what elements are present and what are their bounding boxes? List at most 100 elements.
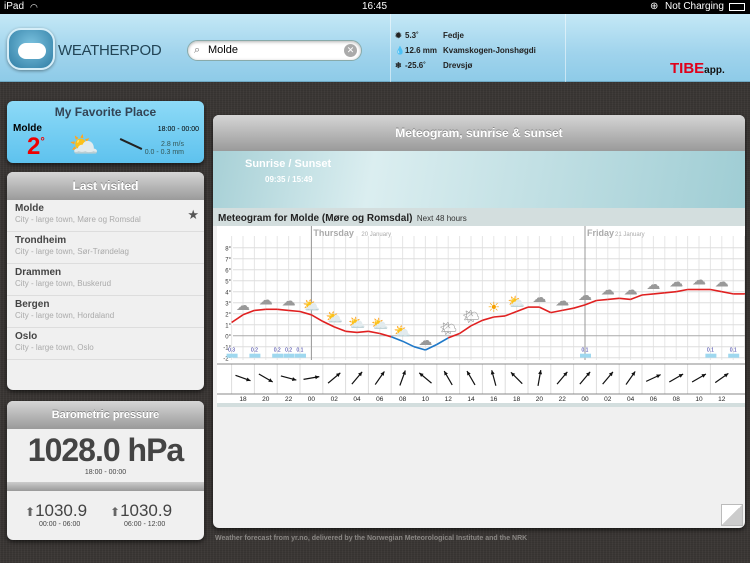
x-tick-label: 00 xyxy=(581,396,589,403)
pressure-period: 18:00 - 00:00 xyxy=(84,469,127,476)
precip-bar xyxy=(728,353,740,358)
place-description: City - large town, Møre og Romsdal xyxy=(15,215,141,224)
temperature-segment xyxy=(619,297,631,301)
y-tick-label: 8° xyxy=(225,247,231,253)
temperature-segment xyxy=(653,292,665,295)
partly-cloudy-icon: ⛅ xyxy=(371,316,388,332)
precip-label: 0.1 xyxy=(582,348,589,354)
place-name: Trondheim xyxy=(15,235,67,246)
temperature-segment xyxy=(641,293,654,296)
precip-label: 0.1 xyxy=(707,348,714,354)
x-tick-label: 16 xyxy=(490,396,498,403)
clock: 16:45 xyxy=(362,1,388,12)
extreme-cold: ❄ -25.6˚ Drevsjø xyxy=(395,58,536,73)
cloudy-icon: ☁ xyxy=(669,274,683,290)
partly-cloudy-icon: ⛅ xyxy=(394,323,411,339)
extreme-warm: ✹ 5.3˚ Fedje xyxy=(395,28,536,43)
temperature-segment xyxy=(607,297,620,301)
star-icon[interactable]: ★ xyxy=(187,207,199,223)
place-name: Molde xyxy=(15,203,44,214)
main-title: Meteogram, sunrise & sunset xyxy=(213,115,745,151)
x-tick-label: 02 xyxy=(331,396,339,403)
x-tick-label: 06 xyxy=(376,396,384,403)
precip-label: 0.2 xyxy=(285,348,292,354)
precip-label: 0.1 xyxy=(730,348,737,354)
divider xyxy=(217,403,745,407)
x-tick-label: 08 xyxy=(399,396,407,403)
page-curl-icon[interactable] xyxy=(721,504,743,526)
temperature-segment xyxy=(356,330,369,334)
meteogram-subtitle: Next 48 hours xyxy=(416,214,467,223)
temperature-segment xyxy=(493,315,506,318)
cloud-logo-icon xyxy=(7,28,55,70)
pressure-forecast-period: 00:00 - 06:00 xyxy=(39,521,81,528)
search-input[interactable]: ⌕ Molde ✕ xyxy=(187,40,362,61)
divider xyxy=(390,14,391,82)
day-label: Friday xyxy=(587,228,614,238)
list-item[interactable]: Drammen City - large town, Buskerud xyxy=(7,264,204,296)
clear-icon: ☀ xyxy=(488,299,501,315)
list-item[interactable]: Trondheim City - large town, Sør-Trøndela… xyxy=(7,232,204,264)
list-item[interactable]: Oslo City - large town, Oslo xyxy=(7,328,204,360)
partly-cloudy-icon: ⛅ xyxy=(303,297,320,313)
place-name: Bergen xyxy=(15,299,50,310)
device-label: iPad xyxy=(4,1,25,12)
partly-cloudy-icon: ⛅ xyxy=(348,314,365,330)
fair-icon: 🌤 xyxy=(439,320,457,336)
cloudy-icon: ☁ xyxy=(259,291,273,307)
cloudy-icon: ☁ xyxy=(555,292,569,308)
y-tick-label: 2° xyxy=(225,313,231,319)
partly-cloudy-icon: ⛅ xyxy=(69,132,99,159)
clear-search-button[interactable]: ✕ xyxy=(344,44,357,57)
cloudy-icon: ☁ xyxy=(601,281,615,297)
favorite-place-card[interactable]: My Favorite Place Molde 2° ⛅ 18:00 - 00:… xyxy=(7,101,204,163)
extreme-wet: 💧12.6 mm Kvamskogen-Jonshøgdi xyxy=(395,43,536,58)
list-item[interactable]: Bergen City - large town, Hordaland xyxy=(7,296,204,328)
pressure-title: Barometric pressure xyxy=(7,401,204,429)
x-tick-label: 18 xyxy=(513,396,521,403)
header: WEATHERPOD ⌕ Molde ✕ ✹ 5.3˚ Fedje 💧12.6 mm… xyxy=(0,14,750,82)
precip-bar xyxy=(283,353,295,358)
x-tick-label: 14 xyxy=(467,396,475,403)
day-date: 20 January xyxy=(361,232,391,238)
temperature-segment xyxy=(345,330,358,334)
y-tick-label: 0° xyxy=(225,335,231,341)
temperature-segment xyxy=(277,308,289,312)
rising-arrow-icon: ⬆ xyxy=(25,505,36,519)
x-tick-label: 20 xyxy=(536,396,544,403)
cloudy-icon: ☁ xyxy=(236,297,250,313)
sun-title: Sunrise / Sunset xyxy=(245,158,332,170)
precip-bar xyxy=(295,353,306,358)
x-tick-label: 18 xyxy=(239,396,247,403)
partly-cloudy-icon: ⛅ xyxy=(508,294,525,310)
temperature-segment xyxy=(596,298,608,302)
search-icon: ⌕ xyxy=(194,44,201,56)
day-label: Thursday xyxy=(313,228,354,238)
wifi-icon: ◠ xyxy=(30,2,38,12)
drop-icon: 💧 xyxy=(395,46,405,55)
cloudy-icon: ☁ xyxy=(532,289,546,305)
x-tick-label: 04 xyxy=(627,396,635,403)
y-tick-label: 3° xyxy=(225,302,231,308)
place-name: Drammen xyxy=(15,267,62,278)
tibe-logo[interactable]: TIBEapp. xyxy=(670,60,725,77)
x-tick-label: 22 xyxy=(559,396,567,403)
chart-bg xyxy=(217,226,745,403)
x-tick-label: 12 xyxy=(445,396,453,403)
pressure-panel: Barometric pressure 1028.0 hPa 18:00 - 0… xyxy=(7,401,204,540)
precip-label: 0.3 xyxy=(228,348,235,354)
precip-bar xyxy=(705,353,717,358)
lock-icon: ⊕ xyxy=(650,1,659,12)
place-description: City - large town, Hordaland xyxy=(15,311,115,320)
meteogram-panel: Meteogram, sunrise & sunset Sunrise / Su… xyxy=(213,115,745,528)
list-item[interactable]: Molde City - large town, Møre og Romsdal ★ xyxy=(7,200,204,232)
cloudy-icon: ☁ xyxy=(418,332,432,348)
y-tick-label: 5° xyxy=(225,280,231,286)
rising-arrow-icon: ⬆ xyxy=(110,505,121,519)
x-tick-label: 22 xyxy=(285,396,293,403)
x-tick-label: 00 xyxy=(308,396,316,403)
battery-status: Not Charging xyxy=(665,1,724,12)
precip-label: 0.1 xyxy=(297,348,304,354)
x-tick-label: 06 xyxy=(650,396,658,403)
y-tick-label: 4° xyxy=(225,291,231,297)
